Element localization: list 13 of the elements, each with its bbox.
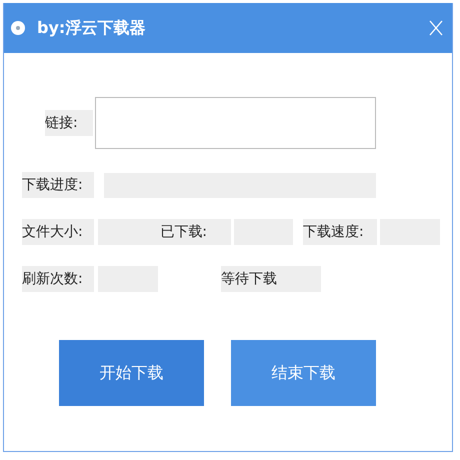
link-input[interactable] [95, 97, 376, 149]
download-button[interactable]: 开始下载 [59, 340, 204, 406]
downloaded-label: 已下载: [98, 219, 231, 245]
refresh-count-label: 刷新次数: [22, 266, 94, 292]
window-title: by:浮云下载器 [37, 18, 146, 38]
progress-label: 下载进度: [22, 172, 94, 198]
link-label: 链接: [45, 110, 93, 136]
status-text: 等待下载 [221, 266, 321, 292]
app-icon [11, 21, 25, 35]
speed-label: 下载速度: [303, 219, 377, 245]
close-icon[interactable] [429, 20, 443, 36]
file-size-label: 文件大小: [22, 219, 94, 245]
download-button[interactable]: 结束下载 [231, 340, 376, 406]
